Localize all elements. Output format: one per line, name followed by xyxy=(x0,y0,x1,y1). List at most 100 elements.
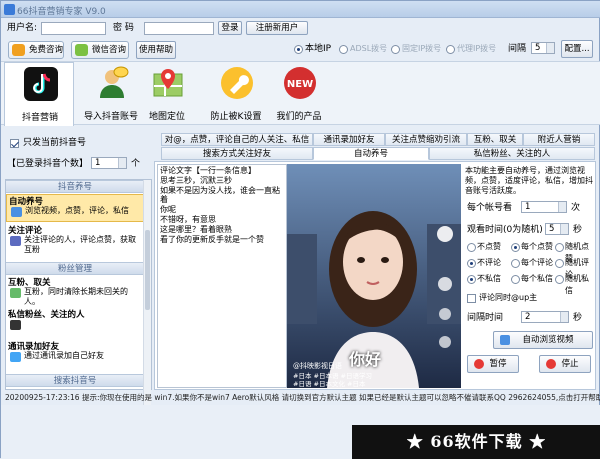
wrench-icon xyxy=(221,67,253,99)
radio-no-message-label: 不私信 xyxy=(477,274,501,283)
radio-each-message-label: 每个私信 xyxy=(521,274,553,283)
app-icon xyxy=(4,4,15,15)
play-icon xyxy=(500,335,510,345)
interval-time-unit: 秒 xyxy=(573,313,583,323)
tab-search-follow[interactable]: 搜索方式关注好友 xyxy=(161,147,313,160)
list-item-auto-nurture[interactable]: 自动养号 浏览视频，点赞，评论，私信 xyxy=(6,194,144,222)
comment-textarea[interactable]: 评论文字【一行一条信息】 思考三秒，沉默三秒 如果不是因为没人找，谁会一直粘着 … xyxy=(157,164,287,388)
config-button[interactable]: 配置... xyxy=(561,40,593,58)
tool-our-products[interactable]: NEW 我们的产品 xyxy=(264,62,334,126)
only-current-checkbox[interactable] xyxy=(10,139,19,148)
tab-nearby[interactable]: 附近人营销 xyxy=(523,133,595,146)
radio-random-comment[interactable] xyxy=(555,259,564,268)
title-bar: 66抖音营销专家 V9.0 xyxy=(1,1,600,18)
section-header-fans[interactable]: 粉丝管理 xyxy=(6,262,144,275)
radio-no-like[interactable] xyxy=(467,243,476,252)
radio-fixed-ip-label: 固定IP拨号 xyxy=(402,44,442,53)
feature-intro: 本功能主要自动养号，通过浏览视频，点赞，适度评论，私信，增加抖音账号活跃度。 xyxy=(465,166,593,195)
radio-random-message-label: 随机私信 xyxy=(565,274,589,295)
radio-random-like[interactable] xyxy=(555,243,564,252)
tab-like-traffic[interactable]: 关注点赞缩劝引流 xyxy=(385,133,467,146)
comment-line: 不错呀，有意思 xyxy=(160,214,216,224)
radio-each-message[interactable] xyxy=(511,275,520,284)
radio-proxy-ip[interactable] xyxy=(446,45,455,54)
pause-icon xyxy=(474,359,484,369)
svg-text:NEW: NEW xyxy=(287,79,313,90)
login-button[interactable]: 登录 xyxy=(218,21,242,35)
radio-each-comment-label: 每个评论 xyxy=(521,258,553,267)
list-item-message-fans[interactable]: 私信粉丝、关注的人 xyxy=(6,308,144,338)
comment-line: 你呢 xyxy=(160,205,176,215)
section-header-search[interactable]: 搜索抖音号 xyxy=(6,374,144,387)
radio-random-message[interactable] xyxy=(555,275,564,284)
new-badge-icon: NEW xyxy=(284,67,316,99)
only-current-label: 只发当前抖音号 xyxy=(23,138,87,148)
comment-line: 看了你的更新反手就是一个赞 xyxy=(160,234,264,244)
comment-line: 如果不是因为没人找，谁会一直粘着 xyxy=(160,185,280,205)
logged-count-stepper[interactable]: 1 xyxy=(91,157,127,169)
tool-label: 地图定位 xyxy=(148,112,185,122)
interval-stepper[interactable]: 5 xyxy=(531,42,555,54)
contacts-icon xyxy=(10,352,21,362)
tab-auto-nurture[interactable]: 自动养号 xyxy=(313,147,429,160)
settings-panel: 本功能主要自动养号，通过浏览视频，点赞，适度评论，私信，增加抖音账号活跃度。 每… xyxy=(463,164,595,388)
radio-no-message[interactable] xyxy=(467,275,476,284)
item-title: 私信粉丝、关注的人 xyxy=(8,310,85,320)
list-item-contacts[interactable]: 通讯录加好友 通过通讯录加自己好友 xyxy=(6,340,144,370)
per-account-label: 每个帐号看 xyxy=(467,203,513,213)
video-caption: 你好 xyxy=(349,350,382,369)
per-account-stepper[interactable]: 1 xyxy=(521,201,567,213)
help-button[interactable]: 使用帮助 xyxy=(136,41,176,59)
pause-button[interactable]: 暂停 xyxy=(467,355,519,373)
tool-map-location[interactable]: 地图定位 xyxy=(132,62,202,126)
watch-time-stepper[interactable]: 5 xyxy=(545,223,569,235)
radio-no-like-label: 不点赞 xyxy=(477,242,501,251)
radio-local-ip[interactable] xyxy=(294,45,303,54)
tool-douyin-marketing[interactable]: 抖音营销 xyxy=(4,62,74,126)
scrollbar-thumb[interactable] xyxy=(145,230,150,310)
stop-button[interactable]: 停止 xyxy=(539,355,591,373)
list-item-follow-comment[interactable]: 关注评论 关注评论的人，评论点赞，获取互粉 xyxy=(6,224,144,258)
at-up-checkbox[interactable] xyxy=(467,294,476,303)
section-header-yanghao[interactable]: 抖音养号 xyxy=(6,180,144,193)
radio-each-like[interactable] xyxy=(511,243,520,252)
tab-contacts[interactable]: 通讯录加好友 xyxy=(313,133,385,146)
tiktok-icon xyxy=(24,67,58,101)
tool-anti-ban-settings[interactable]: 防止被K设置 xyxy=(201,62,271,126)
start-browse-button[interactable]: 自动浏览视频 xyxy=(493,331,593,349)
free-consult-button[interactable]: 免费咨询 xyxy=(8,41,64,59)
item-desc: 浏览视频，点赞，评论，私信 xyxy=(25,206,129,215)
password-label: 密 码 xyxy=(113,23,134,33)
tab-at-like-comment[interactable]: 对@，点赞，评论自己的人关注、私信 xyxy=(161,133,313,146)
tab-message-fans[interactable]: 私信粉丝、关注的人 xyxy=(429,147,595,160)
username-input[interactable] xyxy=(41,22,106,35)
interval-time-stepper[interactable]: 2 xyxy=(521,311,569,323)
item-desc: 通过通讯录加自己好友 xyxy=(24,351,104,360)
status-bar: 20200925-17:23:16 提示:你现在使用的是 win7.如果你不是w… xyxy=(5,393,600,402)
feature-list: 抖音养号 自动养号 浏览视频，点赞，评论，私信 关注评论 关注评论的人，评论点赞… xyxy=(5,179,152,440)
camera-icon xyxy=(10,320,21,330)
main-toolbar: 抖音营销 导入抖音账号 地图定位 防止被K设置 NEW 我们的产品 xyxy=(1,61,600,126)
window-title: 66抖音营销专家 V9.0 xyxy=(17,7,106,17)
radio-local-ip-label: 本地IP xyxy=(305,44,332,54)
interval-time-label: 间隔时间 xyxy=(467,313,504,323)
video-preview[interactable]: 你好 @抖映影视日语 #日本 #日本语 #日语学习 #日语 #日本文化 #日本 xyxy=(287,164,461,388)
radio-no-comment[interactable] xyxy=(467,259,476,268)
tab-mutual-follow[interactable]: 互粉、取关 xyxy=(467,133,523,146)
logged-count-label: 【已登录抖音个数】 xyxy=(7,159,89,169)
comment-line: 这是哪里？看着眼熟 xyxy=(160,224,232,234)
list-item-mutual-follow[interactable]: 互粉、取关 互粉，同时清除长期未回关的人。 xyxy=(6,276,144,306)
qq-icon xyxy=(12,44,25,56)
watch-time-label: 观看时间(0为随机) xyxy=(467,225,543,235)
start-browse-label: 自动浏览视频 xyxy=(522,335,574,345)
wechat-consult-button[interactable]: 微信咨询 xyxy=(71,41,129,59)
chat-icon xyxy=(10,288,21,298)
password-input[interactable] xyxy=(144,22,214,35)
radio-each-like-label: 每个点赞 xyxy=(521,242,553,251)
radio-adsl[interactable] xyxy=(339,45,348,54)
radio-fixed-ip[interactable] xyxy=(391,45,400,54)
register-button[interactable]: 注册新用户 xyxy=(246,21,308,35)
wechat-consult-label: 微信咨询 xyxy=(92,45,127,55)
tool-label: 我们的产品 xyxy=(276,112,322,122)
radio-each-comment[interactable] xyxy=(511,259,520,268)
